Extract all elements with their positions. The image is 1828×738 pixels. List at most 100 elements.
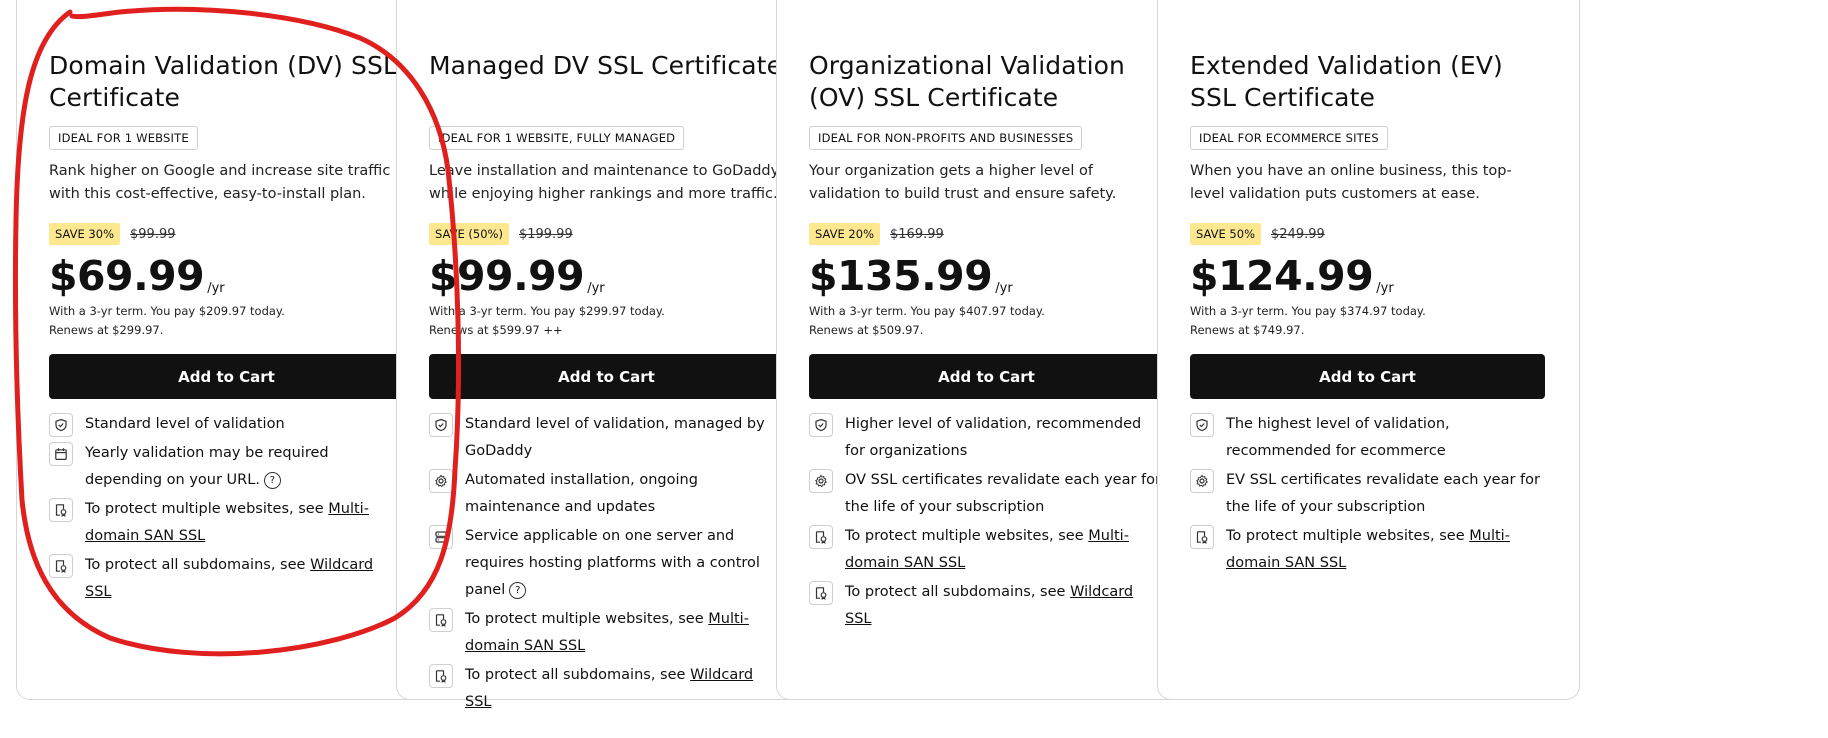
original-price: $99.99 [130, 226, 176, 242]
feature-label: Higher level of validation, recommended … [845, 416, 1142, 459]
original-price: $199.99 [518, 226, 573, 242]
ideal-for-tag: IDEAL FOR NON-PROFITS AND BUSINESSES [809, 126, 1083, 150]
feature-item: Higher level of validation, recommended … [809, 413, 1164, 465]
help-icon[interactable]: ? [263, 471, 281, 489]
certificate-icon [809, 525, 833, 549]
feature-text: OV SSL certificates revalidate each year… [845, 467, 1164, 521]
term-text: With a 3-yr term. You pay $374.97 today. [1190, 304, 1426, 318]
feature-list: Standard level of validation, managed by… [429, 413, 784, 716]
plan-title: Managed DV SSL Certificate [429, 51, 783, 80]
feature-item: Yearly validation may be required depend… [49, 442, 404, 494]
feature-label: Automated installation, ongoing maintena… [465, 472, 698, 515]
add-to-cart-button[interactable]: Add to Cart [429, 354, 784, 399]
feature-label: OV SSL certificates revalidate each year… [845, 472, 1161, 515]
savings-row: SAVE 30% $99.99 [49, 222, 404, 246]
feature-label: Standard level of validation [85, 416, 285, 432]
feature-item: The highest level of validation, recomme… [1190, 413, 1545, 465]
savings-row: SAVE 50% $249.99 [1190, 222, 1545, 246]
feature-label: To protect multiple websites, see [845, 528, 1089, 544]
feature-item: To protect multiple websites, see Multi-… [49, 498, 404, 550]
certificate-icon [809, 581, 833, 605]
feature-item: To protect all subdomains, see Wildcard … [429, 664, 784, 716]
feature-label: To protect multiple websites, see [1226, 528, 1470, 544]
add-to-cart-button[interactable]: Add to Cart [49, 354, 404, 399]
feature-label: To protect all subdomains, see [465, 667, 691, 683]
feature-list: Standard level of validation Yearly valid… [49, 413, 404, 606]
plan-title: Organizational Validation (OV) SSL Certi… [809, 51, 1125, 112]
price-period: /yr [207, 281, 225, 296]
card-content: Domain Validation (DV) SSL Certificate ID… [49, 50, 404, 610]
feature-label: EV SSL certificates revalidate each year… [1226, 472, 1540, 515]
renewal-text: Renews at $299.97. [49, 323, 164, 337]
feature-item: Automated installation, ongoing maintena… [429, 469, 784, 521]
save-badge: SAVE 30% [49, 223, 120, 245]
feature-text: The highest level of validation, recomme… [1226, 411, 1545, 465]
feature-text: Higher level of validation, recommended … [845, 411, 1164, 465]
certificate-icon [429, 608, 453, 632]
feature-label: To protect all subdomains, see [85, 557, 311, 573]
price-row: $69.99/yr [49, 254, 404, 298]
feature-list: Higher level of validation, recommended … [809, 413, 1164, 633]
pricing-card: Managed DV SSL Certificate IDEAL FOR 1 WE… [396, 0, 819, 710]
feature-text: To protect all subdomains, see Wildcard … [845, 579, 1164, 633]
term-text: With a 3-yr term. You pay $299.97 today. [429, 304, 665, 318]
shield-check-icon [809, 413, 833, 437]
feature-label: To protect multiple websites, see [85, 501, 329, 517]
feature-item: To protect all subdomains, see Wildcard … [809, 581, 1164, 633]
feature-text: Automated installation, ongoing maintena… [465, 467, 784, 521]
certificate-icon [429, 664, 453, 688]
plan-description: Rank higher on Google and increase site … [49, 163, 391, 202]
price-row: $135.99/yr [809, 254, 1164, 298]
shield-check-icon [49, 413, 73, 437]
feature-text: Service applicable on one server and req… [465, 523, 784, 604]
feature-item: EV SSL certificates revalidate each year… [1190, 469, 1545, 521]
feature-item: OV SSL certificates revalidate each year… [809, 469, 1164, 521]
feature-text: Standard level of validation [85, 411, 285, 438]
feature-text: To protect all subdomains, see Wildcard … [465, 662, 784, 716]
calendar-icon [49, 442, 73, 466]
savings-row: SAVE 20% $169.99 [809, 222, 1164, 246]
ideal-for-tag: IDEAL FOR 1 WEBSITE [49, 126, 198, 150]
ideal-for-tag: IDEAL FOR 1 WEBSITE, FULLY MANAGED [429, 126, 685, 150]
card-content: Managed DV SSL Certificate IDEAL FOR 1 WE… [429, 50, 784, 720]
feature-label: The highest level of validation, recomme… [1226, 416, 1450, 459]
price: $69.99 [49, 252, 205, 300]
feature-text: To protect multiple websites, see Multi-… [465, 606, 784, 660]
ideal-for-tag: IDEAL FOR ECOMMERCE SITES [1190, 126, 1388, 150]
plan-title: Extended Validation (EV) SSL Certificate [1190, 51, 1503, 112]
renewal-text: Renews at $749.97. [1190, 323, 1305, 337]
add-to-cart-button[interactable]: Add to Cart [1190, 354, 1545, 399]
pricing-card: Organizational Validation (OV) SSL Certi… [776, 0, 1199, 700]
add-to-cart-button[interactable]: Add to Cart [809, 354, 1164, 399]
feature-text: Standard level of validation, managed by… [465, 411, 784, 465]
plan-description: When you have an online business, this t… [1190, 163, 1512, 202]
renewal-text: Renews at $509.97. [809, 323, 924, 337]
certificate-icon [49, 554, 73, 578]
feature-item: Service applicable on one server and req… [429, 525, 784, 604]
original-price: $249.99 [1271, 226, 1325, 242]
help-icon[interactable]: ? [509, 581, 527, 599]
feature-text: To protect multiple websites, see Multi-… [1226, 523, 1545, 577]
plan-description: Leave installation and maintenance to Go… [429, 163, 784, 202]
certificate-icon [49, 498, 73, 522]
shield-check-icon [1190, 413, 1214, 437]
save-badge: SAVE 50% [1190, 223, 1261, 245]
original-price: $169.99 [890, 226, 944, 242]
feature-label: To protect multiple websites, see [465, 611, 709, 627]
price: $124.99 [1190, 252, 1374, 300]
price: $99.99 [429, 252, 585, 300]
feature-item: Standard level of validation [49, 413, 404, 438]
term-text: With a 3-yr term. You pay $407.97 today. [809, 304, 1045, 318]
plan-title: Domain Validation (DV) SSL Certificate [49, 51, 397, 112]
pricing-card: Extended Validation (EV) SSL Certificate… [1157, 0, 1580, 700]
savings-row: SAVE (50%) $199.99 [429, 222, 784, 246]
server-icon [429, 525, 453, 549]
price-period: /yr [995, 281, 1013, 296]
feature-text: Yearly validation may be required depend… [85, 440, 404, 494]
term-text: With a 3-yr term. You pay $209.97 today. [49, 304, 285, 318]
renewal-text: Renews at $599.97 ++ [429, 323, 563, 337]
feature-text: To protect multiple websites, see Multi-… [845, 523, 1164, 577]
gear-icon [809, 469, 833, 493]
save-badge: SAVE 20% [809, 223, 880, 245]
feature-item: To protect multiple websites, see Multi-… [809, 525, 1164, 577]
